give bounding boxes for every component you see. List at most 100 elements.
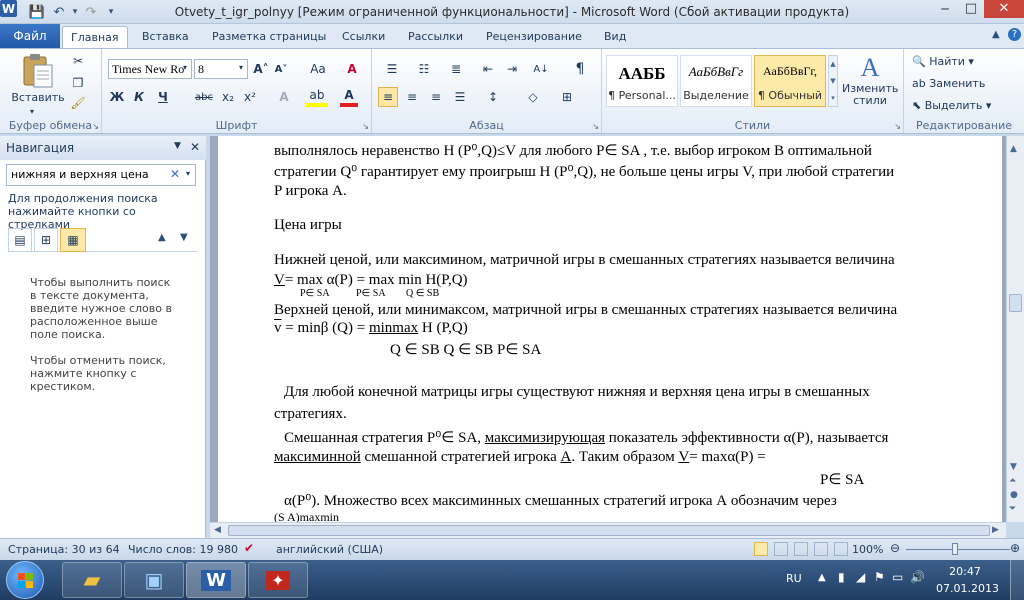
vertical-scroll-thumb[interactable] (1009, 294, 1022, 312)
horizontal-scroll-thumb[interactable] (228, 525, 990, 536)
align-right-icon[interactable]: ≡ (426, 87, 446, 107)
strikethrough-button[interactable]: abc (192, 87, 216, 107)
grow-font-button[interactable]: A˄ (252, 59, 270, 79)
tray-signal-icon[interactable]: ◢ (856, 570, 865, 584)
paste-icon[interactable] (20, 53, 54, 89)
nav-pages-tab-icon[interactable]: ⊞ (34, 228, 58, 252)
styles-launcher-icon[interactable]: ↘ (894, 122, 901, 131)
clear-formatting-button[interactable]: A (342, 59, 362, 79)
cut-icon[interactable]: ✂ (70, 53, 86, 69)
paste-dropdown-icon[interactable]: ▾ (30, 107, 34, 116)
shrink-font-button[interactable]: A˅ (272, 59, 290, 79)
style-emphasis[interactable]: АаБбВвГг Выделение (680, 55, 752, 107)
scroll-up-icon[interactable]: ▲ (1010, 144, 1017, 154)
minimize-button[interactable]: ─ (932, 0, 958, 18)
print-layout-icon[interactable] (754, 542, 768, 556)
select-button[interactable]: ⬉ Выделить ▾ (912, 99, 991, 112)
nav-search-clear-icon[interactable]: ✕ (170, 167, 180, 181)
browse-object-icon[interactable]: ● (1010, 490, 1018, 500)
bold-button[interactable]: Ж (108, 87, 126, 107)
paste-button[interactable]: Вставить (8, 91, 68, 104)
tray-volume-icon[interactable]: 🔊 (910, 570, 925, 584)
line-spacing-icon[interactable]: ↕ (482, 87, 504, 107)
web-layout-icon[interactable] (794, 542, 808, 556)
font-color-button[interactable]: A (340, 87, 358, 107)
taskbar-explorer[interactable]: ▰ (62, 562, 122, 598)
nav-search-dropdown-icon[interactable]: ▾ (186, 169, 190, 178)
horizontal-scrollbar[interactable]: ◀ ▶ (210, 522, 1006, 538)
maximize-button[interactable]: □ (958, 0, 984, 18)
taskbar-word[interactable]: W (186, 562, 246, 598)
font-size-dropdown-icon[interactable]: ▾ (239, 63, 243, 72)
tray-flag-icon[interactable]: ⚑ (874, 570, 885, 584)
highlight-button[interactable]: ab (306, 87, 328, 107)
copy-icon[interactable]: ❐ (70, 75, 86, 91)
help-icon[interactable]: ? (1008, 28, 1021, 41)
decrease-indent-icon[interactable]: ⇤ (478, 59, 498, 79)
status-words[interactable]: Число слов: 19 980 (128, 543, 238, 556)
tray-network-icon[interactable]: ▮ (838, 570, 845, 584)
multilevel-list-icon[interactable]: ≣ (444, 59, 468, 79)
next-page-icon[interactable]: ⏷ (1009, 504, 1016, 514)
taskbar-pdf-viewer[interactable]: ✦ (248, 562, 308, 598)
format-painter-icon[interactable]: 🖌 (70, 95, 86, 111)
style-personal[interactable]: ААББ ¶ Personal... (606, 55, 678, 107)
status-language[interactable]: английский (США) (276, 543, 383, 556)
scroll-down-icon[interactable]: ▼ (1010, 462, 1017, 472)
superscript-button[interactable]: x² (240, 87, 260, 107)
start-button[interactable] (6, 561, 44, 599)
bullets-icon[interactable]: ☰ (380, 59, 404, 79)
outline-icon[interactable] (814, 542, 828, 556)
change-case-button[interactable]: Aa (306, 59, 330, 79)
style-normal[interactable]: АаБбВвГг, ¶ Обычный (754, 55, 826, 107)
align-left-icon[interactable]: ≡ (378, 87, 398, 107)
vertical-scrollbar[interactable]: ▲ ▼ ⏶ ● ⏷ (1006, 136, 1024, 522)
tab-mailings[interactable]: Рассылки (400, 26, 471, 48)
minimize-ribbon-icon[interactable]: ▲ (992, 29, 1000, 40)
document-page[interactable]: выполнялось неравенство H (P⁰,Q)≤V для л… (218, 136, 1002, 522)
underline-button[interactable]: Ч (154, 87, 172, 107)
tab-page-layout[interactable]: Разметка страницы (204, 26, 334, 48)
status-page[interactable]: Страница: 30 из 64 (8, 543, 120, 556)
zoom-level[interactable]: 100% (852, 543, 883, 556)
draft-icon[interactable] (834, 542, 848, 556)
tab-review[interactable]: Рецензирование (478, 26, 590, 48)
nav-prev-result-icon[interactable]: ▲ (158, 232, 166, 243)
previous-page-icon[interactable]: ⏶ (1009, 476, 1016, 486)
input-language[interactable]: RU (786, 572, 802, 585)
tray-expand-icon[interactable]: ▲ (818, 572, 826, 583)
taskbar-control-panel[interactable]: ▣ (124, 562, 184, 598)
close-button[interactable]: ✕ (984, 0, 1024, 18)
nav-close-icon[interactable]: ✕ (190, 140, 200, 154)
show-desktop-button[interactable] (1010, 560, 1024, 600)
font-launcher-icon[interactable]: ↘ (362, 122, 369, 131)
nav-headings-tab-icon[interactable]: ▤ (8, 228, 32, 252)
zoom-out-icon[interactable]: ⊖ (890, 541, 900, 555)
align-center-icon[interactable]: ≡ (402, 87, 422, 107)
shading-icon[interactable]: ◇ (522, 87, 544, 107)
scroll-left-icon[interactable]: ◀ (214, 525, 221, 535)
nav-next-result-icon[interactable]: ▼ (180, 232, 188, 243)
nav-search-input[interactable]: нижняя и верхняя цена (6, 164, 196, 186)
find-button[interactable]: 🔍 Найти ▾ (912, 55, 974, 68)
tray-display-icon[interactable]: ▭ (892, 570, 903, 584)
italic-button[interactable]: К (130, 87, 148, 107)
change-styles-button[interactable]: A Изменить стили (842, 53, 898, 113)
zoom-slider-thumb[interactable] (952, 543, 958, 555)
justify-icon[interactable]: ☰ (450, 87, 470, 107)
clipboard-launcher-icon[interactable]: ↘ (92, 122, 99, 131)
borders-icon[interactable]: ⊞ (556, 87, 578, 107)
text-effects-button[interactable]: A (274, 87, 294, 107)
replace-button[interactable]: ab Заменить (912, 77, 985, 90)
show-formatting-marks-icon[interactable]: ¶ (570, 59, 590, 79)
nav-results-tab-icon[interactable]: ▦ (60, 228, 86, 252)
scroll-right-icon[interactable]: ▶ (992, 525, 999, 535)
font-name-combo[interactable]: Times New Ro (108, 59, 192, 79)
proofing-icon[interactable]: ✔ (244, 541, 254, 555)
full-screen-reading-icon[interactable] (774, 542, 788, 556)
paragraph-launcher-icon[interactable]: ↘ (592, 122, 599, 131)
nav-options-icon[interactable]: ▼ (174, 141, 181, 151)
subscript-button[interactable]: x₂ (218, 87, 238, 107)
zoom-in-icon[interactable]: ⊕ (1010, 541, 1020, 555)
tab-home[interactable]: Главная (62, 26, 128, 48)
